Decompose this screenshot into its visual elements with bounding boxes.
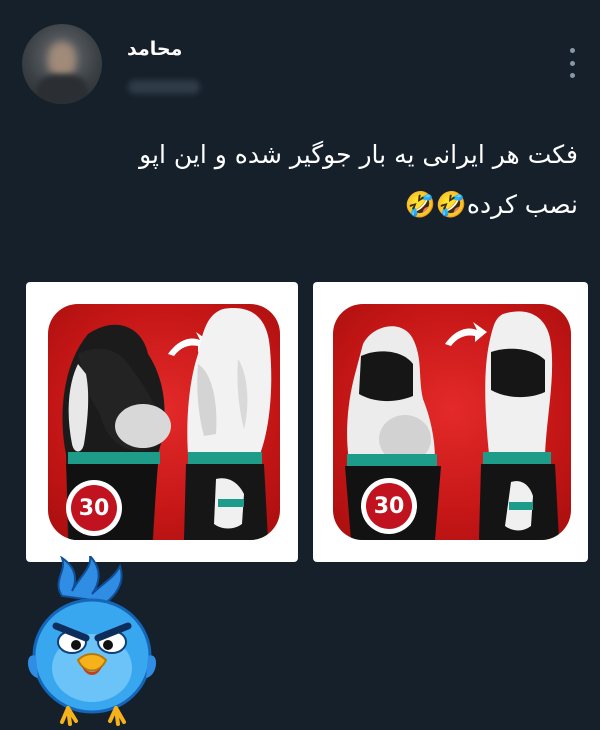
thirty-day-badge: 30 xyxy=(361,478,417,534)
angry-bird-sticker xyxy=(22,552,162,726)
tweet-text: فکت هر ایرانی یه بار جوگیر شده و این اپو… xyxy=(18,130,578,230)
author-avatar[interactable] xyxy=(22,24,102,104)
thirty-day-badge: 30 xyxy=(66,480,122,536)
avatar-face xyxy=(48,42,76,78)
author-handle-blurred xyxy=(128,80,200,94)
author-name[interactable]: محامد xyxy=(127,38,182,60)
more-dot xyxy=(569,48,575,53)
tweet-text-line-2: نصب کرده🤣🤣 xyxy=(404,190,578,219)
tweet-screen: محامد فکت هر ایرانی یه بار جوگیر شده و ا… xyxy=(0,0,600,730)
more-dot xyxy=(569,73,575,78)
fitness-app-icon-female: 30 xyxy=(333,304,571,540)
badge-number: 30 xyxy=(366,483,412,529)
more-options-button[interactable] xyxy=(560,48,584,78)
tweet-text-line-1: فکت هر ایرانی یه بار جوگیر شده و این اپو xyxy=(139,140,578,169)
fitness-app-icon-male: 30 xyxy=(48,304,280,540)
avatar-body xyxy=(36,74,88,104)
media-image-female-app[interactable]: 30 xyxy=(313,282,588,562)
badge-number: 30 xyxy=(71,485,117,531)
more-dot xyxy=(569,60,575,66)
media-image-male-app[interactable]: 30 xyxy=(26,282,298,562)
bird-sticker-icon xyxy=(27,552,157,726)
